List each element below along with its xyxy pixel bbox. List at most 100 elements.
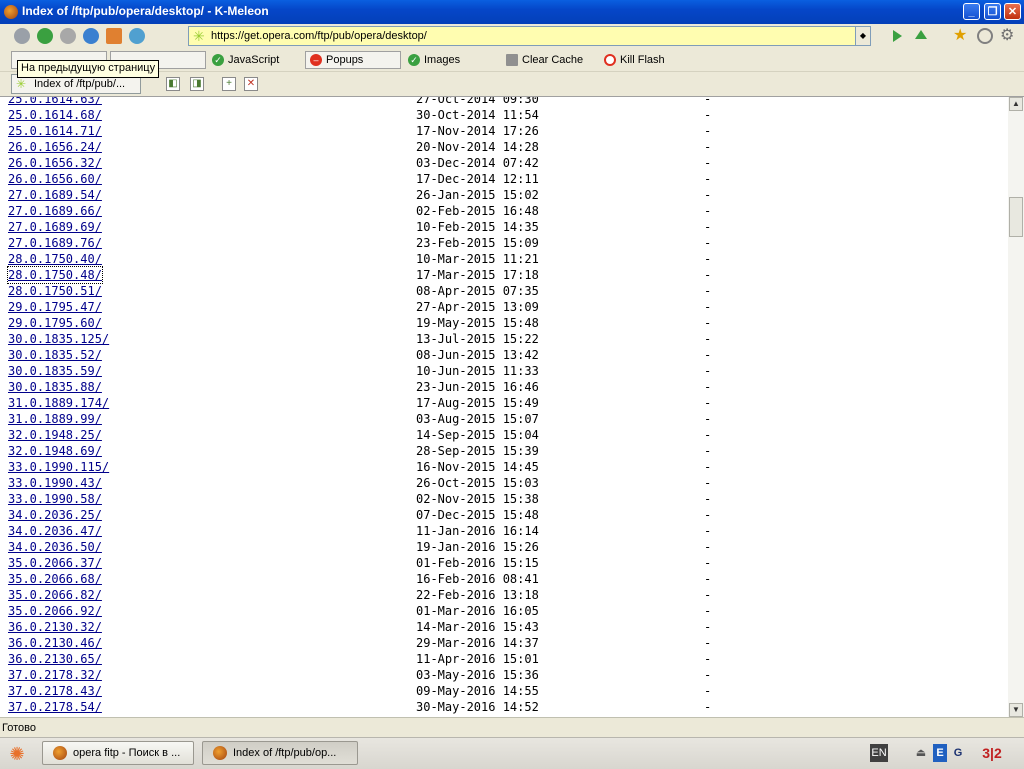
directory-link[interactable]: 33.0.1990.58/	[8, 491, 102, 507]
directory-link[interactable]: 27.0.1689.76/	[8, 235, 102, 251]
reload-icon[interactable]	[83, 28, 99, 44]
taskbar: ✺ opera fitp - Поиск в ... Index of /ftp…	[0, 737, 1024, 769]
globe-icon[interactable]	[129, 28, 145, 44]
directory-link[interactable]: 27.0.1689.69/	[8, 219, 102, 235]
directory-link[interactable]: 26.0.1656.32/	[8, 155, 102, 171]
stop-icon[interactable]	[60, 28, 76, 44]
directory-link[interactable]: 34.0.2036.25/	[8, 507, 102, 523]
directory-link[interactable]: 25.0.1614.71/	[8, 123, 102, 139]
forward-arrow-icon[interactable]	[37, 28, 53, 44]
directory-link[interactable]: 35.0.2066.37/	[8, 555, 102, 571]
listing-row: 36.0.2130.32/14-Mar-2016 15:43 -	[0, 619, 1008, 635]
modified-date: 17-Nov-2014 17:26	[416, 124, 539, 138]
settings-gear-icon[interactable]: ⚙	[1000, 28, 1016, 44]
bookmark-star-icon[interactable]: ★	[953, 28, 969, 44]
go-play-icon[interactable]	[893, 30, 902, 42]
eject-icon[interactable]: ⏏	[914, 744, 928, 762]
url-dropdown-button[interactable]: ◆	[855, 27, 870, 45]
directory-link[interactable]: 26.0.1656.24/	[8, 139, 102, 155]
directory-link[interactable]: 29.0.1795.60/	[8, 315, 102, 331]
directory-link[interactable]: 25.0.1614.68/	[8, 107, 102, 123]
directory-link[interactable]: 28.0.1750.40/	[8, 251, 102, 267]
images-toggle[interactable]: ✓ Images	[406, 51, 460, 69]
vertical-scrollbar[interactable]: ▲ ▼	[1008, 97, 1024, 717]
back-arrow-icon[interactable]	[14, 28, 30, 44]
restore-button[interactable]: ❐	[984, 3, 1001, 20]
listing-row: 30.0.1835.52/08-Jun-2015 13:42 -	[0, 347, 1008, 363]
directory-link[interactable]: 34.0.2036.47/	[8, 523, 102, 539]
listing-row: 27.0.1689.76/23-Feb-2015 15:09 -	[0, 235, 1008, 251]
directory-link[interactable]: 29.0.1795.47/	[8, 299, 102, 315]
directory-link[interactable]: 32.0.1948.25/	[8, 427, 102, 443]
minimize-button[interactable]: _	[963, 3, 980, 20]
history-clock-icon[interactable]	[977, 28, 993, 44]
directory-link[interactable]: 32.0.1948.69/	[8, 443, 102, 459]
language-indicator[interactable]: EN	[870, 744, 888, 762]
modified-date: 03-Aug-2015 15:07	[416, 412, 539, 426]
directory-link[interactable]: 35.0.2066.82/	[8, 587, 102, 603]
taskbar-item-label: Index of /ftp/pub/op...	[233, 747, 337, 759]
scroll-down-arrow-icon[interactable]: ▼	[1009, 703, 1023, 717]
file-size: -	[704, 428, 712, 442]
e-app-icon[interactable]: E	[933, 744, 947, 762]
listing-row: 29.0.1795.47/27-Apr-2015 13:09 -	[0, 299, 1008, 315]
directory-link[interactable]: 35.0.2066.92/	[8, 603, 102, 619]
file-size: -	[704, 188, 712, 202]
file-size: -	[704, 540, 712, 554]
directory-link[interactable]: 33.0.1990.43/	[8, 475, 102, 491]
home-icon[interactable]	[106, 28, 122, 44]
file-size: -	[704, 444, 712, 458]
url-bar[interactable]: ✳ https://get.opera.com/ftp/pub/opera/de…	[188, 26, 871, 46]
close-button[interactable]: ✕	[1004, 3, 1021, 20]
tab-back-icon[interactable]: ◧	[166, 77, 180, 91]
window-title: Index of /ftp/pub/opera/desktop/ - K-Mel…	[22, 4, 269, 18]
directory-link[interactable]: 34.0.2036.50/	[8, 539, 102, 555]
tray-app-icon[interactable]: G	[950, 744, 966, 762]
directory-link[interactable]: 31.0.1889.174/	[8, 395, 109, 411]
directory-link[interactable]: 30.0.1835.125/	[8, 331, 109, 347]
listing-row: 30.0.1835.59/10-Jun-2015 11:33 -	[0, 363, 1008, 379]
modified-date: 23-Feb-2015 15:09	[416, 236, 539, 250]
directory-link[interactable]: 33.0.1990.115/	[8, 459, 109, 475]
listing-row: 27.0.1689.66/02-Feb-2015 16:48 -	[0, 203, 1008, 219]
directory-link[interactable]: 25.0.1614.63/	[8, 97, 102, 107]
clear-cache-button[interactable]: Clear Cache	[504, 51, 583, 69]
directory-link[interactable]: 31.0.1889.99/	[8, 411, 102, 427]
directory-link[interactable]: 30.0.1835.59/	[8, 363, 102, 379]
close-tab-icon[interactable]: ✕	[244, 77, 258, 91]
directory-link[interactable]: 36.0.2130.46/	[8, 635, 102, 651]
directory-link[interactable]: 37.0.2178.43/	[8, 683, 102, 699]
directory-link[interactable]: 27.0.1689.66/	[8, 203, 102, 219]
file-size: -	[704, 108, 712, 122]
directory-link[interactable]: 37.0.2178.32/	[8, 667, 102, 683]
scroll-up-arrow-icon[interactable]: ▲	[1009, 97, 1023, 111]
directory-link[interactable]: 30.0.1835.52/	[8, 347, 102, 363]
listing-row: 37.0.2178.32/03-May-2016 15:36 -	[0, 667, 1008, 683]
taskbar-item-search[interactable]: opera fitp - Поиск в ...	[42, 741, 194, 765]
listing-row: 28.0.1750.40/10-Mar-2015 11:21 -	[0, 251, 1008, 267]
modified-date: 17-Dec-2014 12:11	[416, 172, 539, 186]
popups-toggle[interactable]: – Popups	[305, 51, 401, 69]
taskbar-item-index[interactable]: Index of /ftp/pub/op...	[202, 741, 358, 765]
directory-link[interactable]: 37.0.2178.54/	[8, 699, 102, 715]
new-tab-icon[interactable]: +	[222, 77, 236, 91]
modified-date: 02-Nov-2015 15:38	[416, 492, 539, 506]
kill-flash-button[interactable]: Kill Flash	[602, 51, 665, 69]
url-field[interactable]: https://get.opera.com/ftp/pub/opera/desk…	[211, 30, 427, 42]
directory-link[interactable]: 36.0.2130.32/	[8, 619, 102, 635]
listing-row: 26.0.1656.32/03-Dec-2014 07:42 -	[0, 155, 1008, 171]
directory-link[interactable]: 27.0.1689.54/	[8, 187, 102, 203]
javascript-toggle[interactable]: ✓ JavaScript	[210, 51, 279, 69]
file-size: -	[704, 156, 712, 170]
start-menu-icon[interactable]: ✺	[5, 743, 29, 765]
tab-forward-icon[interactable]: ◨	[190, 77, 204, 91]
directory-link[interactable]: 36.0.2130.65/	[8, 651, 102, 667]
directory-link[interactable]: 28.0.1750.48/	[7, 266, 103, 284]
directory-link[interactable]: 35.0.2066.68/	[8, 571, 102, 587]
up-arrow-icon[interactable]	[915, 30, 927, 39]
directory-link[interactable]: 30.0.1835.88/	[8, 379, 102, 395]
directory-link[interactable]: 26.0.1656.60/	[8, 171, 102, 187]
scroll-thumb[interactable]	[1009, 197, 1023, 237]
modified-date: 08-Apr-2015 07:35	[416, 284, 539, 298]
directory-link[interactable]: 28.0.1750.51/	[8, 283, 102, 299]
